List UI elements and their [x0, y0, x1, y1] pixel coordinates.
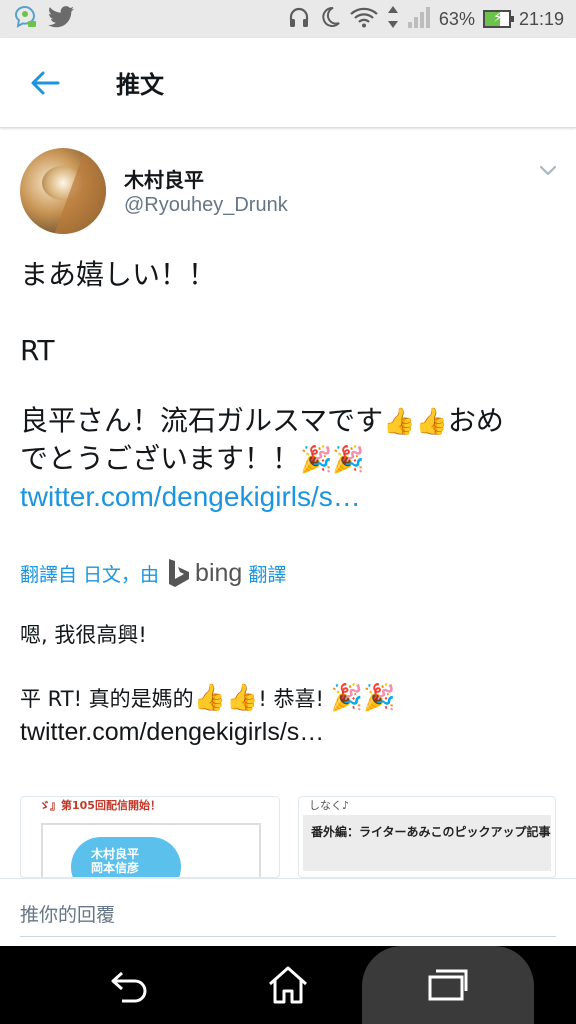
nav-back-button[interactable] — [90, 946, 170, 1024]
card-left-header: ゞ』第105回配信開始！ — [21, 797, 279, 815]
data-arrows-icon — [387, 5, 399, 34]
thumbs-up-emoji: 👍👍 — [193, 683, 259, 713]
user-handle[interactable]: @Ryouhey_Drunk — [124, 194, 288, 217]
card-right-top-text: しなく♪ — [309, 799, 350, 812]
translated-line-2: 平 RT! 真的是媽的👍👍! 恭喜! 🎉🎉 — [20, 680, 560, 717]
translation-attribution[interactable]: 翻譯自 日文，由 bing 翻譯 — [20, 553, 286, 593]
status-left — [12, 4, 74, 35]
tweet-detail: 木村良平 @Ryouhey_Drunk まあ嬉しい！！ RT 良平さん！流石ガル… — [0, 128, 576, 878]
reply-input[interactable] — [20, 893, 556, 937]
charging-bolt-icon: ⚡ — [492, 10, 503, 26]
home-nav-icon — [269, 966, 307, 1004]
thumbs-up-emoji: 👍👍 — [383, 407, 448, 437]
nav-recents-button[interactable] — [406, 946, 490, 1024]
clock: 21:19 — [518, 8, 564, 29]
translated-line-1: 嗯, 我很高興! — [20, 623, 147, 647]
tweet-link[interactable]: twitter.com/dengekigirls/s… — [20, 478, 560, 516]
card-left-badge: 木村良平 岡本信彦 — [71, 837, 181, 877]
headphones-icon — [287, 5, 311, 34]
status-right: 63% ⚡ 21:19 — [287, 5, 564, 34]
tweet-text-segment: 良平さん！流石ガルスマです — [20, 404, 384, 437]
page-title: 推文 — [116, 71, 164, 99]
party-popper-emoji: 🎉🎉 — [330, 683, 396, 713]
chat-notification-icon — [12, 4, 38, 35]
tweet-text-line-1: まあ嬉しい！！ — [20, 258, 217, 291]
signal-icon — [407, 6, 431, 33]
translated-segment: ! 恭喜! — [258, 687, 324, 711]
battery-percent: 63% — [438, 8, 475, 29]
media-card-left[interactable]: ゞ』第105回配信開始！ 木村良平 岡本信彦 — [20, 796, 280, 878]
twitter-bird-icon — [48, 5, 74, 33]
tweet-text-line-3: 良平さん！流石ガルスマです👍👍おめ — [20, 402, 560, 441]
tweet-text-line-2: RT — [20, 334, 55, 367]
translated-segment: 平 RT! 真的是媽的 — [20, 687, 194, 711]
back-button[interactable] — [0, 38, 90, 128]
media-card-right[interactable]: しなく♪ 番外編：ライターあみこのピックアップ記事 — [298, 796, 556, 878]
moon-icon — [319, 6, 341, 33]
translation-label-suffix: 翻譯 — [248, 563, 287, 586]
reply-bar — [0, 878, 576, 946]
status-bar: 63% ⚡ 21:19 — [0, 0, 576, 38]
battery-icon: ⚡ — [482, 10, 514, 28]
card-right-box: 番外編：ライターあみこのピックアップ記事 — [303, 815, 551, 871]
tweet-text-line-4: でとうございます！！🎉🎉 — [20, 440, 560, 479]
badge-line-2: 岡本信彦 — [91, 861, 140, 875]
bing-logo: bing — [167, 558, 242, 588]
back-nav-icon — [111, 971, 147, 1003]
system-nav-bar — [0, 946, 576, 1024]
app-header: 推文 — [0, 38, 576, 128]
nav-home-button[interactable] — [248, 946, 328, 1024]
chevron-down-icon[interactable] — [536, 158, 560, 182]
arrow-left-icon — [31, 71, 60, 94]
bing-wordmark: bing — [195, 558, 243, 587]
display-name[interactable]: 木村良平 — [124, 164, 204, 193]
translation-label: 翻譯自 日文，由 — [20, 563, 160, 586]
tweet-text-segment: おめ — [447, 404, 504, 437]
bing-b-icon — [169, 559, 190, 587]
translated-link[interactable]: twitter.com/dengekigirls/s… — [20, 714, 560, 750]
wifi-icon — [349, 6, 379, 33]
recents-nav-icon — [428, 969, 468, 1001]
tweet-text-segment: でとうございます！！ — [20, 442, 301, 475]
party-popper-emoji: 🎉🎉 — [300, 445, 365, 475]
avatar[interactable] — [20, 148, 106, 234]
badge-line-1: 木村良平 — [91, 847, 140, 861]
